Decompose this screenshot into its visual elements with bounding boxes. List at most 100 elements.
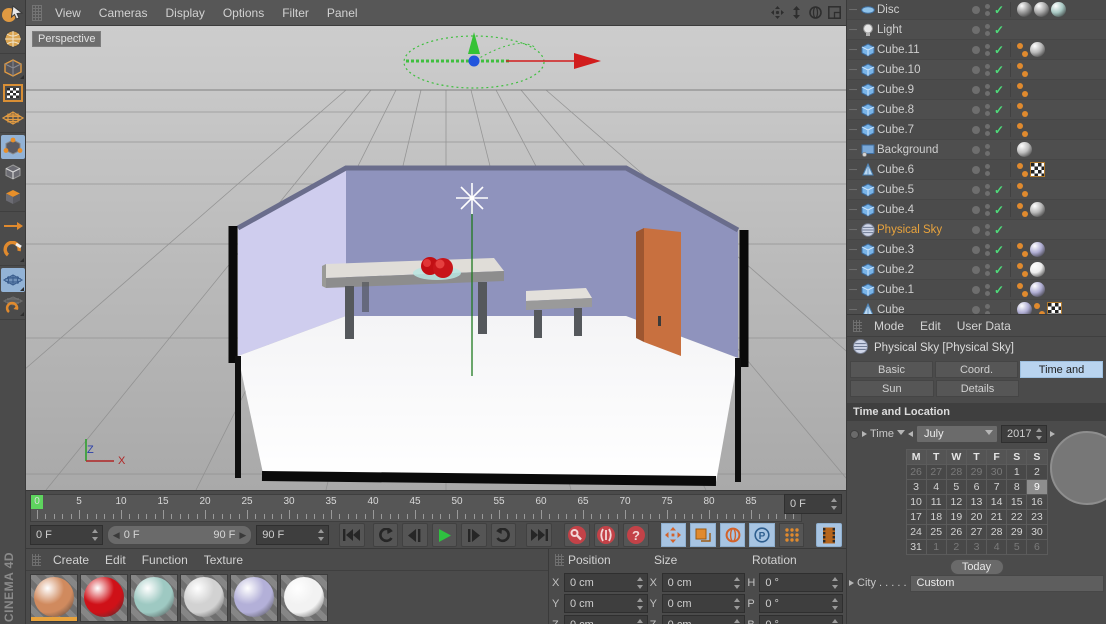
current-frame-field[interactable]: 0 F <box>784 494 842 514</box>
max-frame-spinner[interactable] <box>318 529 325 541</box>
object-enable-check[interactable]: ✓ <box>994 263 1010 277</box>
timeline-ruler[interactable]: 051015202530354045505560657075808590 <box>30 494 802 522</box>
coord-field-size-z[interactable]: 0 cm <box>661 615 746 624</box>
calendar-day[interactable]: 2 <box>945 539 967 555</box>
editor-visibility-dot[interactable] <box>972 225 980 234</box>
render-visibility-dots[interactable] <box>985 303 990 314</box>
calendar-day[interactable]: 11 <box>925 494 947 510</box>
material-red[interactable] <box>80 574 128 622</box>
editor-visibility-dot[interactable] <box>972 305 980 314</box>
panel-gripper[interactable] <box>853 319 862 332</box>
play-button[interactable] <box>431 523 458 547</box>
viewport[interactable]: View Cameras Display Options Filter Pane… <box>26 0 846 490</box>
texture-tag[interactable] <box>1047 302 1062 314</box>
editor-visibility-dot[interactable] <box>972 45 980 54</box>
render-visibility-dots[interactable] <box>985 23 990 36</box>
coord-field-rotation-p[interactable]: 0 ° <box>759 594 843 613</box>
render-visibility-dots[interactable] <box>985 123 990 136</box>
editor-visibility-dot[interactable] <box>972 125 980 134</box>
calendar-day[interactable]: 22 <box>1006 509 1028 525</box>
calendar-day[interactable]: 28 <box>945 464 967 480</box>
calendar-day[interactable]: 23 <box>1026 509 1048 525</box>
month-select[interactable]: July <box>916 425 999 443</box>
material-skin[interactable] <box>30 574 78 622</box>
render-visibility-dots[interactable] <box>985 183 990 196</box>
max-frame-field[interactable]: 90 F <box>256 525 330 545</box>
calendar-day[interactable]: 7 <box>986 479 1008 495</box>
render-visibility-dots[interactable] <box>985 223 990 236</box>
city-value[interactable]: Custom <box>909 574 1104 592</box>
material-tag[interactable] <box>1017 2 1032 17</box>
object-visibility-dots[interactable] <box>968 283 994 296</box>
object-row[interactable]: ─ Cube.5 ✓ <box>847 180 1106 200</box>
object-enable-check[interactable]: ✓ <box>994 43 1010 57</box>
min-frame-spinner[interactable] <box>91 529 99 541</box>
editor-visibility-dot[interactable] <box>972 105 980 114</box>
object-enable-check[interactable]: ✓ <box>994 243 1010 257</box>
step-forward-button[interactable] <box>461 523 487 547</box>
coord-spinner[interactable] <box>831 597 839 610</box>
object-visibility-dots[interactable] <box>968 63 994 76</box>
editor-visibility-dot[interactable] <box>972 245 980 254</box>
object-enable-check[interactable]: ✓ <box>994 183 1010 197</box>
panel-gripper[interactable] <box>32 4 42 21</box>
tab-basic[interactable]: Basic <box>850 361 933 378</box>
render-visibility-dots[interactable] <box>985 143 990 156</box>
calendar-day[interactable]: 29 <box>1006 524 1028 540</box>
object-visibility-dots[interactable] <box>968 123 994 136</box>
previous-key-button[interactable] <box>372 523 399 547</box>
calendar-day[interactable]: 8 <box>1006 479 1028 495</box>
object-row[interactable]: ─ Cube.6 <box>847 160 1106 180</box>
render-visibility-dots[interactable] <box>985 83 990 96</box>
material-tag[interactable] <box>1034 2 1049 17</box>
object-visibility-dots[interactable] <box>968 43 994 56</box>
object-enable-check[interactable]: ✓ <box>994 3 1010 17</box>
coord-spinner[interactable] <box>831 576 839 589</box>
material-tag[interactable] <box>1017 302 1032 314</box>
menu-function[interactable]: Function <box>134 549 196 571</box>
calendar-day[interactable]: 16 <box>1026 494 1048 510</box>
enable-snap-tool[interactable] <box>1 293 25 317</box>
face-mode-tool[interactable] <box>1 185 25 209</box>
month-prev-icon[interactable] <box>908 431 914 437</box>
texture-tag[interactable] <box>1030 162 1045 177</box>
object-enable-check[interactable]: ✓ <box>994 203 1010 217</box>
object-row[interactable]: ─ Cube.8 ✓ <box>847 100 1106 120</box>
material-tag[interactable] <box>1017 142 1032 157</box>
material-tag[interactable] <box>1030 262 1045 277</box>
calendar-day[interactable]: 28 <box>986 524 1008 540</box>
object-row[interactable]: ─ Cube.9 ✓ <box>847 80 1106 100</box>
go-to-start-button[interactable] <box>339 523 365 547</box>
render-view-button[interactable] <box>816 523 843 547</box>
object-tag-dots[interactable] <box>1017 122 1028 137</box>
calendar-day[interactable]: 19 <box>945 509 967 525</box>
tab-sun[interactable]: Sun <box>850 380 934 397</box>
object-manager[interactable]: ─ Disc ✓ ─ Light ✓ ─ Cube.11 ✓ ─ Cube.10 ✓ ─ Cube.9 ✓ ─… <box>846 0 1106 314</box>
object-row[interactable]: ─ Cube.1 ✓ <box>847 280 1106 300</box>
object-row[interactable]: ─ Cube.11 ✓ <box>847 40 1106 60</box>
time-dropdown-icon[interactable] <box>897 430 906 438</box>
material-teal[interactable] <box>130 574 178 622</box>
calendar-day[interactable]: 10 <box>905 494 927 510</box>
render-visibility-dots[interactable] <box>985 3 990 16</box>
object-enable-check[interactable]: ✓ <box>994 223 1010 237</box>
coord-spinner[interactable] <box>636 597 644 610</box>
object-visibility-dots[interactable] <box>968 3 994 16</box>
render-visibility-dots[interactable] <box>985 263 990 276</box>
time-expand-icon[interactable] <box>862 431 867 437</box>
material-tag[interactable] <box>1030 282 1045 297</box>
calendar-day[interactable]: 5 <box>1006 539 1028 555</box>
calendar-day[interactable]: 4 <box>986 539 1008 555</box>
object-visibility-dots[interactable] <box>968 23 994 36</box>
workplane-tool[interactable] <box>0 268 25 292</box>
year-field[interactable]: 2017 <box>1001 425 1048 443</box>
calendar-day[interactable]: 1 <box>1006 464 1028 480</box>
object-row[interactable]: ─ Light ✓ <box>847 20 1106 40</box>
material-tag[interactable] <box>1051 2 1066 17</box>
render-visibility-dots[interactable] <box>985 63 990 76</box>
object-enable-check[interactable]: ✓ <box>994 283 1010 297</box>
calendar-day[interactable]: 1 <box>925 539 947 555</box>
calendar-day[interactable]: 25 <box>925 524 947 540</box>
coord-spinner[interactable] <box>734 576 741 589</box>
calendar-day[interactable]: 9 <box>1026 479 1048 495</box>
